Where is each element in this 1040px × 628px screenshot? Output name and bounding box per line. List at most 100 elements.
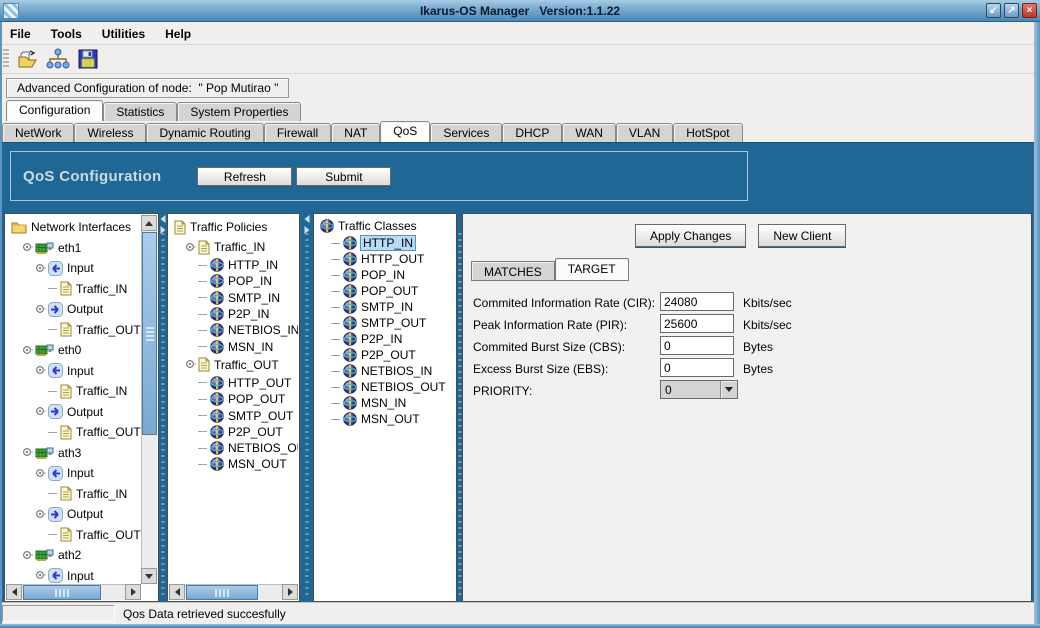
vertical-scroll-thumb[interactable] [142,232,157,435]
tab-target[interactable]: TARGET [554,258,629,281]
scroll-right-button[interactable] [282,584,298,600]
split-divider[interactable] [159,213,167,602]
close-button[interactable]: × [1022,3,1037,18]
tree-item[interactable]: HTTP_OUT [169,375,298,391]
tree-item[interactable]: Traffic Classes [315,217,455,235]
tree-item[interactable]: MSN_IN [315,395,455,411]
tab-firewall[interactable]: Firewall [263,123,332,142]
collapse-left-icon[interactable] [160,215,166,223]
tree-item[interactable]: SMTP_IN [315,299,455,315]
tree-expand-handle-icon[interactable] [35,468,46,479]
vertical-scrollbar[interactable] [141,215,157,584]
tree-item[interactable]: Output [6,299,141,320]
tree-item[interactable]: POP_OUT [169,391,298,407]
tree-item[interactable]: MSN_OUT [315,411,455,427]
tree-expand-handle-icon[interactable] [35,406,46,417]
horizontal-scroll-thumb[interactable] [186,585,258,600]
tree-item[interactable]: NETBIOS_OUT [315,379,455,395]
tab-vlan[interactable]: VLAN [615,123,674,142]
scroll-up-button[interactable] [141,215,157,231]
tab-network[interactable]: NetWork [2,123,75,142]
tree-expand-handle-icon[interactable] [35,304,46,315]
tab-dynamic-routing[interactable]: Dynamic Routing [146,123,264,142]
tree-item[interactable]: P2P_IN [169,306,298,322]
tab-configuration[interactable]: Configuration [6,100,104,121]
dropdown-arrow-button[interactable] [720,381,737,398]
submit-button[interactable]: Submit [296,166,392,186]
field-input[interactable] [660,292,734,311]
minimize-button[interactable]: ↙ [986,3,1001,18]
tree-item[interactable]: NETBIOS_IN [169,322,298,338]
menu-help[interactable]: Help [155,24,201,44]
tab-nat[interactable]: NAT [331,123,381,142]
tab-system-properties[interactable]: System Properties [177,102,302,121]
tree-expand-handle-icon[interactable] [185,359,196,370]
horizontal-scroll-thumb[interactable] [23,585,101,600]
tree-item[interactable]: Traffic_OUT [169,355,298,375]
tree-item[interactable]: HTTP_IN [169,257,298,273]
tree-expand-handle-icon[interactable] [185,242,196,253]
apply-changes-button[interactable]: Apply Changes [635,224,747,247]
save-icon[interactable] [75,47,101,71]
field-input[interactable] [660,314,734,333]
tree-item[interactable]: Traffic Policies [169,217,298,237]
scroll-right-button[interactable] [125,584,141,600]
tree-item[interactable]: Traffic_IN [6,279,141,300]
tree-item[interactable]: MSN_OUT [169,456,298,472]
tree-item[interactable]: HTTP_IN [315,235,455,251]
toolbar-drag-handle[interactable] [3,49,9,69]
tree-expand-handle-icon[interactable] [22,447,33,458]
tree-item[interactable]: eth1 [6,238,141,259]
menu-file[interactable]: File [0,24,41,44]
tree-item[interactable]: MSN_IN [169,338,298,354]
tree-expand-handle-icon[interactable] [35,263,46,274]
tree-item[interactable]: Network Interfaces [6,217,141,238]
tab-services[interactable]: Services [430,123,503,142]
tab-wireless[interactable]: Wireless [74,123,147,142]
horizontal-scrollbar[interactable] [169,584,298,600]
tree-item[interactable]: Traffic_OUT [6,422,141,443]
tab-hotspot[interactable]: HotSpot [673,123,743,142]
tree-item[interactable]: Input [6,463,141,484]
tree-item[interactable]: ath3 [6,443,141,464]
tab-wan[interactable]: WAN [562,123,616,142]
tree-item[interactable]: eth0 [6,340,141,361]
field-input[interactable] [660,358,734,377]
title-bar[interactable]: Ikarus-OS Manager Version:1.1.22 ↙ ↗ × [0,0,1040,22]
new-client-button[interactable]: New Client [758,224,847,247]
tree-item[interactable]: P2P_IN [315,331,455,347]
split-divider[interactable] [300,213,313,602]
tree-item[interactable]: SMTP_OUT [169,407,298,423]
tree-item[interactable]: Traffic_OUT [6,320,141,341]
tree-item[interactable]: P2P_OUT [169,424,298,440]
scroll-left-button[interactable] [6,584,22,600]
tree-item[interactable]: Traffic_OUT [6,525,141,546]
tree-item[interactable]: Traffic_IN [6,381,141,402]
scroll-down-button[interactable] [141,568,157,584]
tab-qos[interactable]: QoS [380,121,431,142]
tree-expand-handle-icon[interactable] [35,509,46,520]
collapse-left-icon[interactable] [304,215,309,223]
tree-expand-handle-icon[interactable] [22,345,33,356]
tree-item[interactable]: SMTP_IN [169,290,298,306]
tree-item[interactable]: Output [6,402,141,423]
open-connection-icon[interactable] [15,47,41,71]
field-input[interactable] [660,336,734,355]
tree-item[interactable]: Traffic_IN [169,237,298,257]
maximize-button[interactable]: ↗ [1004,3,1019,18]
menu-utilities[interactable]: Utilities [92,24,155,44]
tab-statistics[interactable]: Statistics [103,102,178,121]
tree-expand-handle-icon[interactable] [35,365,46,376]
tree-item[interactable]: NETBIOS_OUT [169,440,298,456]
tree-item[interactable]: POP_IN [169,273,298,289]
refresh-button[interactable]: Refresh [197,166,293,186]
tree-item[interactable]: SMTP_OUT [315,315,455,331]
menu-tools[interactable]: Tools [41,24,92,44]
tree-item[interactable]: Input [6,361,141,382]
tab-matches[interactable]: MATCHES [471,261,555,281]
tree-item[interactable]: NETBIOS_IN [315,363,455,379]
tree-item[interactable]: Output [6,504,141,525]
tree-expand-handle-icon[interactable] [22,242,33,253]
scroll-left-button[interactable] [169,584,185,600]
tree-item[interactable]: POP_OUT [315,283,455,299]
